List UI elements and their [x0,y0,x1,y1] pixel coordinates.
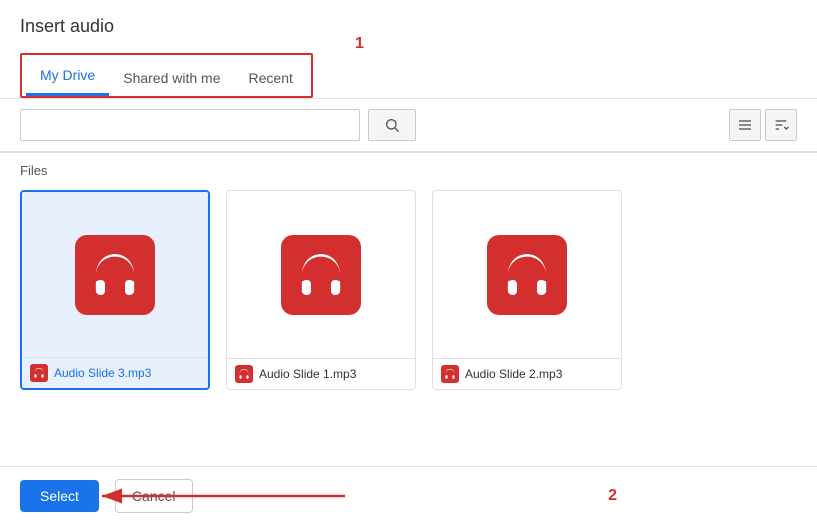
headphone-icon-3 [502,250,552,300]
files-label: Files [20,163,797,178]
file-footer-3: Audio Slide 2.mp3 [433,358,621,389]
headphone-small-1 [33,367,45,379]
list-view-icon [737,117,753,133]
dialog-footer: Select Cancel 2 [0,466,817,525]
tabs-container: My Drive Shared with me Recent [20,53,313,98]
file-card-1[interactable]: Audio Slide 3.mp3 [20,190,210,390]
search-input[interactable] [20,109,360,141]
headphone-small-3 [444,368,456,380]
annotation-2-label: 2 [608,487,617,505]
sort-button[interactable] [765,109,797,141]
file-name-3: Audio Slide 2.mp3 [465,367,562,381]
file-thumbnail-2 [227,191,415,358]
select-button[interactable]: Select [20,480,99,512]
headphone-icon-2 [296,250,346,300]
view-buttons [729,109,797,141]
audio-icon-small-2 [235,365,253,383]
tab-my-drive[interactable]: My Drive [26,57,109,96]
dialog-title: Insert audio [20,16,797,37]
list-view-button[interactable] [729,109,761,141]
audio-icon-large-2 [281,235,361,315]
tabs-section: My Drive Shared with me Recent 1 [0,45,817,98]
file-footer-1: Audio Slide 3.mp3 [22,357,208,388]
file-thumbnail-3 [433,191,621,358]
insert-audio-dialog: Insert audio My Drive Shared with me Rec… [0,0,817,525]
audio-icon-large-1 [75,235,155,315]
file-footer-2: Audio Slide 1.mp3 [227,358,415,389]
annotation-arrow-2 [90,481,350,511]
file-name-2: Audio Slide 1.mp3 [259,367,356,381]
sort-icon [773,117,789,133]
search-icon [384,117,400,133]
file-card-2[interactable]: Audio Slide 1.mp3 [226,190,416,390]
file-card-3[interactable]: Audio Slide 2.mp3 [432,190,622,390]
search-bar [0,99,817,152]
file-thumbnail-1 [22,192,208,357]
tab-shared-with-me[interactable]: Shared with me [109,60,234,96]
audio-icon-large-3 [487,235,567,315]
files-section: Files Audio Slide [0,153,817,466]
headphone-icon-1 [90,250,140,300]
audio-icon-small-3 [441,365,459,383]
file-name-1: Audio Slide 3.mp3 [54,366,151,380]
audio-icon-small-1 [30,364,48,382]
tab-recent[interactable]: Recent [235,60,307,96]
headphone-small-2 [238,368,250,380]
files-grid: Audio Slide 3.mp3 [20,190,797,390]
annotation-1: 1 [355,35,817,53]
search-button[interactable] [368,109,416,141]
